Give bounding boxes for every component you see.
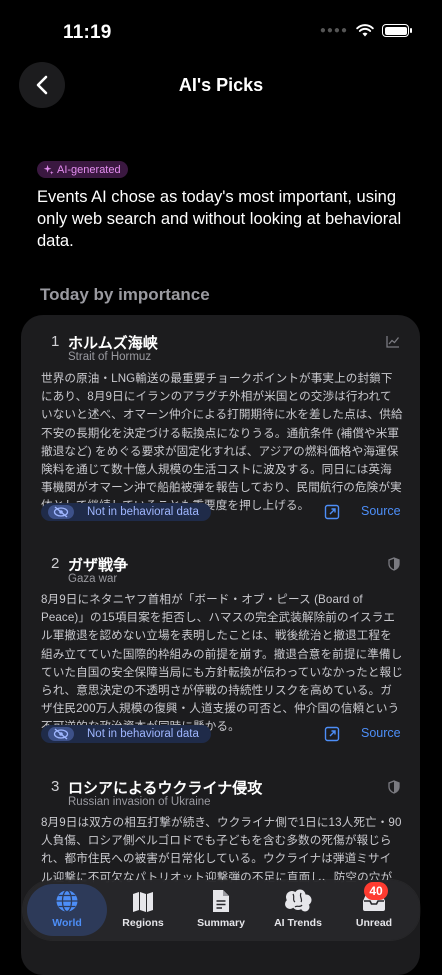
tab-summary[interactable]: Summary: [181, 884, 261, 936]
behavior-status-badge: Not in behavioral data: [41, 503, 211, 521]
unread-count-badge: 40: [364, 882, 388, 900]
wifi-icon: [356, 24, 374, 37]
behavior-status-label: Not in behavioral data: [87, 728, 199, 740]
item-rank: 2: [51, 555, 60, 572]
tab-label: Regions: [122, 917, 164, 929]
item-body: 8月9日にネタニヤフ首相が「ボード・オブ・ピース (Board of Peace…: [41, 593, 403, 734]
half-shield-icon: [388, 557, 400, 571]
item-rank: 3: [51, 778, 60, 795]
tab-world[interactable]: World: [27, 884, 107, 936]
ai-generated-label: AI-generated: [57, 163, 121, 176]
behavior-status-label: Not in behavioral data: [87, 506, 199, 518]
external-link-icon[interactable]: [324, 504, 340, 520]
brain-icon: [285, 889, 312, 912]
sparkle-icon: [43, 164, 54, 175]
map-icon: [133, 892, 153, 912]
eye-slash-icon: [48, 727, 74, 741]
item-title: ロシアによるウクライナ侵攻: [68, 780, 263, 797]
tab-ai-trends[interactable]: AI Trends: [258, 884, 338, 936]
status-bar: 11:19 ●●●●: [0, 0, 442, 54]
item-title: ホルムズ海峡: [68, 335, 158, 352]
tab-bar: World Regions Summary AI Trends Unread: [23, 880, 420, 940]
battery-icon: [382, 24, 412, 37]
item-body: 世界の原油・LNG輸送の最重要チョークポイントが事実上の封鎖下にあり、8月9日に…: [41, 372, 403, 513]
item-subtitle: Gaza war: [68, 573, 118, 585]
item-subtitle: Russian invasion of Ukraine: [68, 796, 211, 808]
globe-icon: [56, 889, 78, 913]
intro-description: Events AI chose as today's most importan…: [37, 188, 402, 250]
half-shield-icon: [388, 780, 400, 794]
trend-chart-icon: [386, 336, 400, 348]
eye-slash-icon: [48, 505, 74, 519]
item-subtitle: Strait of Hormuz: [68, 351, 152, 363]
source-link[interactable]: Source: [361, 504, 401, 518]
status-time: 11:19: [63, 22, 112, 43]
tab-label: World: [52, 917, 82, 929]
signal-dots-icon: ●●●●: [319, 25, 348, 36]
tab-label: AI Trends: [274, 917, 322, 929]
tab-regions[interactable]: Regions: [103, 884, 183, 936]
document-icon: [213, 890, 229, 912]
tab-label: Summary: [197, 917, 245, 929]
item-title: ガザ戦争: [68, 557, 129, 574]
navigation-bar: AI's Picks: [0, 62, 442, 108]
section-header: Today by importance: [40, 285, 210, 304]
behavior-status-badge: Not in behavioral data: [41, 725, 211, 743]
importance-list-card: 1 ホルムズ海峡 Strait of Hormuz 世界の原油・LNG輸送の最重…: [21, 315, 420, 975]
tab-label: Unread: [355, 917, 393, 929]
page-title: AI's Picks: [178, 75, 264, 95]
external-link-icon[interactable]: [324, 726, 340, 742]
source-link[interactable]: Source: [361, 726, 401, 740]
item-rank: 1: [51, 333, 60, 350]
status-icons: ●●●●: [319, 24, 412, 37]
ai-generated-badge: AI-generated: [37, 161, 128, 178]
